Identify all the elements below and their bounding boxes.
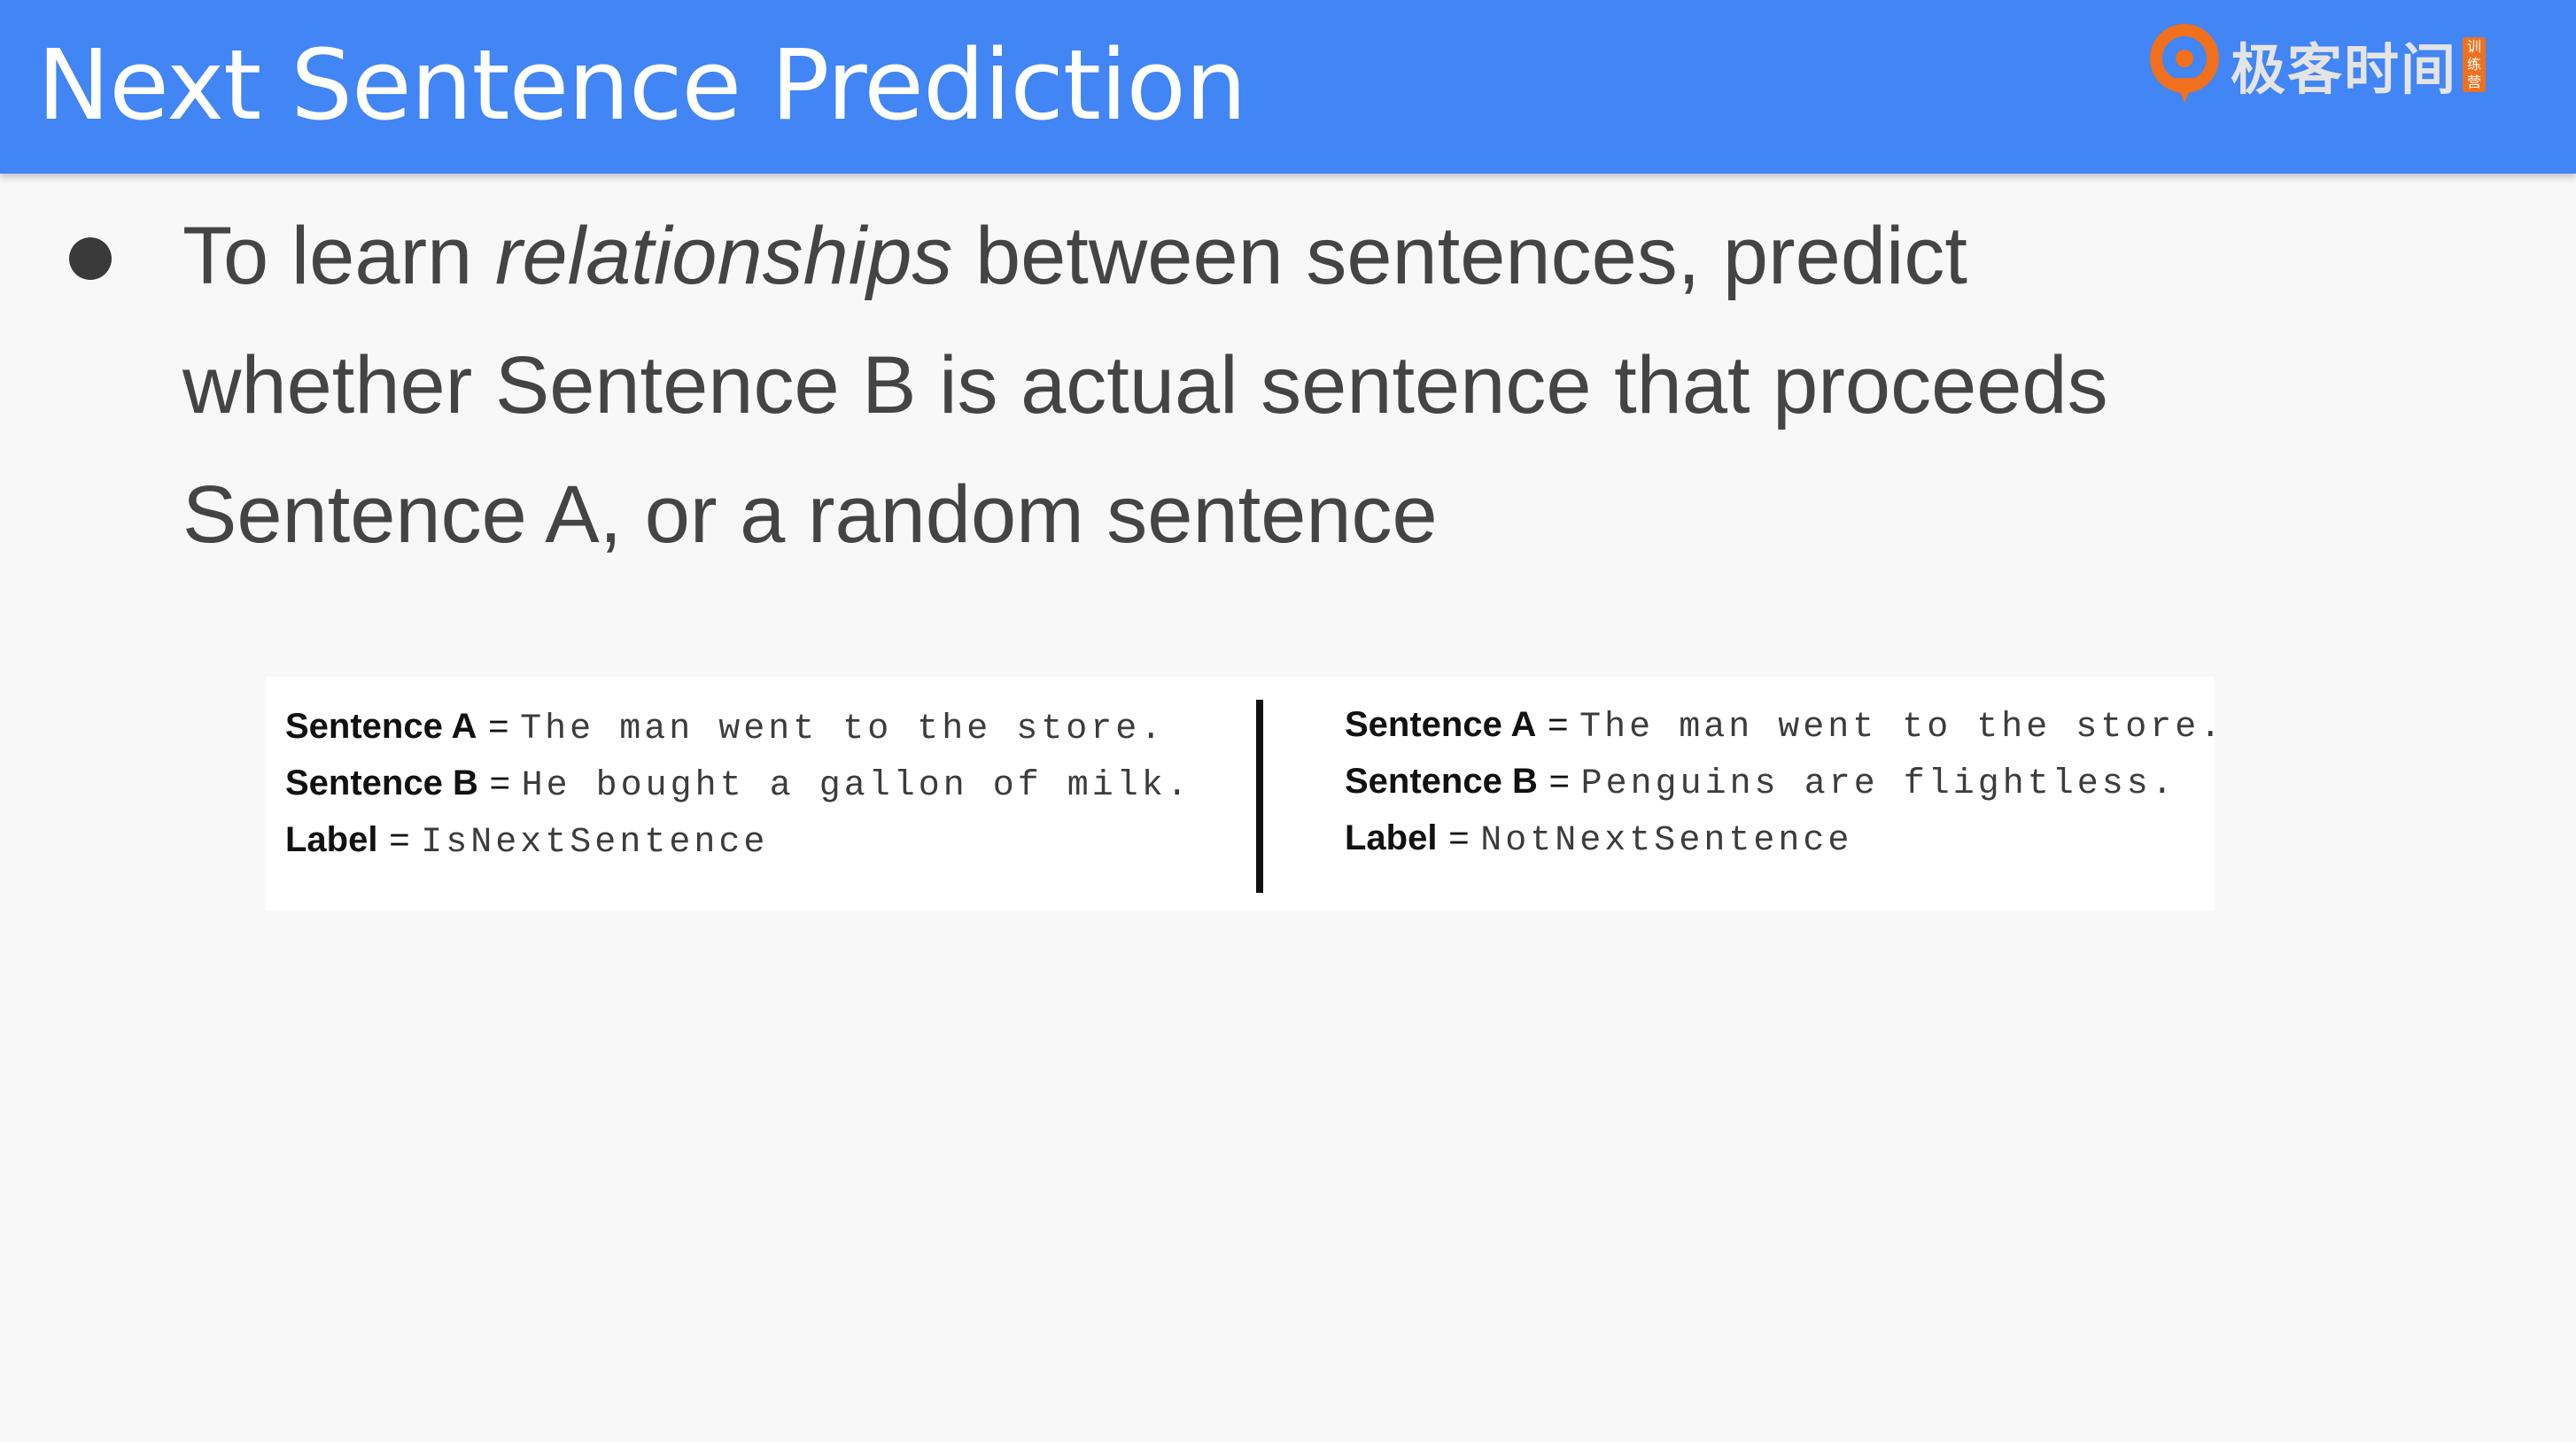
brand-mark-icon: [2150, 24, 2219, 103]
equals-sign: =: [389, 820, 410, 859]
bullet-dot-icon: [69, 237, 112, 280]
example-divider: [1256, 700, 1263, 893]
sentence-b-value: Penguins are flightless.: [1580, 764, 2176, 804]
label-key: Label: [285, 820, 378, 859]
sentence-b-value: He bought a gallon of milk.: [521, 766, 1191, 806]
sentence-a-key: Sentence A: [285, 707, 477, 746]
brand-badge-char: 营: [2467, 74, 2482, 90]
sentence-b-key: Sentence B: [1345, 762, 1538, 801]
slide-title: Next Sentence Prediction: [37, 28, 1247, 142]
example-not-next: Sentence A = The man went to the store. …: [1345, 698, 2224, 868]
brand-badge-char: 练: [2467, 56, 2482, 73]
equals-sign: =: [489, 764, 510, 802]
sentence-a-key: Sentence A: [1345, 705, 1537, 744]
brand-logo: 极客时间 训 练 营: [2147, 23, 2487, 106]
sentence-b-row: Sentence B = Penguins are flightless.: [1345, 755, 2224, 811]
brand-badge: 训 练 营: [2463, 37, 2487, 92]
examples-image: Sentence A = The man went to the store. …: [266, 677, 2221, 911]
sentence-a-value: The man went to the store.: [1579, 708, 2225, 748]
sentence-b-row: Sentence B = He bought a gallon of milk.: [285, 756, 1191, 813]
bullet-text: To learn relationships between sentences…: [182, 191, 2220, 579]
example-is-next: Sentence A = The man went to the store. …: [285, 700, 1191, 870]
sentence-b-key: Sentence B: [285, 764, 478, 802]
sentence-a-value: The man went to the store.: [520, 709, 1166, 749]
equals-sign: =: [1548, 762, 1570, 801]
sentence-a-row: Sentence A = The man went to the store.: [1345, 698, 2224, 755]
equals-sign: =: [1548, 705, 1569, 744]
bullet-text-start: To learn: [182, 211, 495, 301]
sentence-a-row: Sentence A = The man went to the store.: [285, 700, 1191, 756]
equals-sign: =: [1448, 818, 1470, 857]
label-row: Label = NotNextSentence: [1345, 811, 2224, 868]
label-row: Label = IsNextSentence: [285, 813, 1191, 870]
label-key: Label: [1345, 818, 1438, 857]
header-bar: Next Sentence Prediction 极客时间 训 练 营: [0, 0, 2576, 174]
bullet-emphasis: relationships: [494, 211, 953, 301]
equals-sign: =: [488, 707, 509, 746]
label-value: IsNextSentence: [421, 823, 769, 863]
brand-badge-char: 训: [2467, 38, 2482, 55]
brand-name: 极客时间: [2231, 37, 2458, 102]
label-value: NotNextSentence: [1480, 821, 1853, 861]
